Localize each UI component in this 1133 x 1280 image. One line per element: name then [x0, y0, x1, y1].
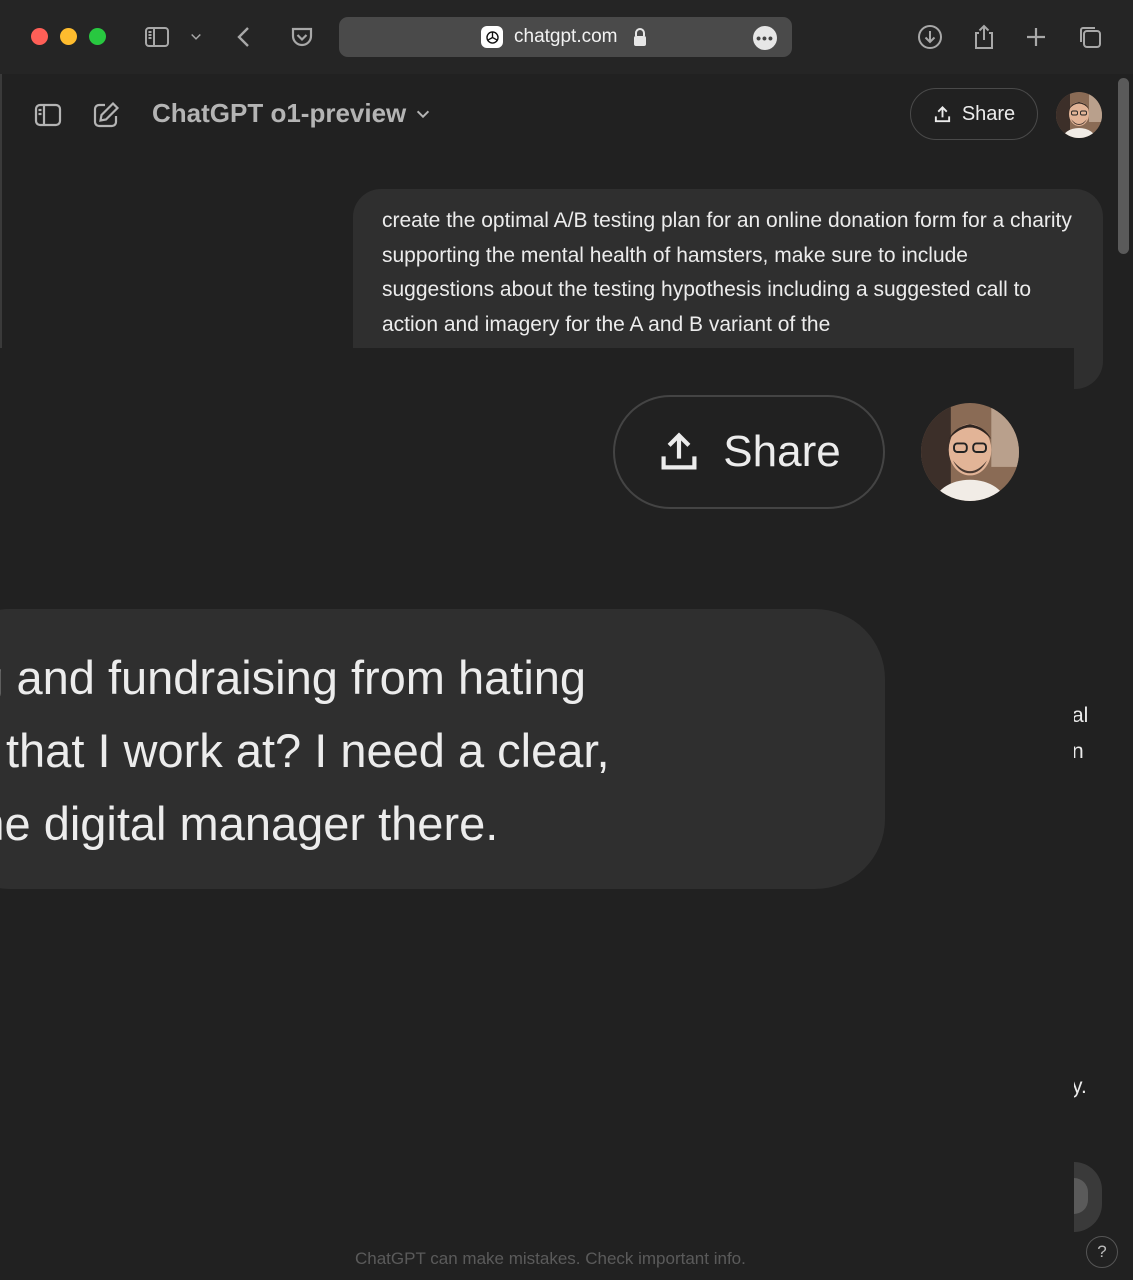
chevron-down-icon[interactable]	[181, 20, 211, 54]
tabs-overview-icon[interactable]	[1073, 20, 1107, 54]
toggle-sidebar-icon[interactable]	[31, 98, 65, 132]
upload-icon	[661, 432, 697, 470]
new-tab-icon[interactable]	[1019, 20, 1053, 54]
share-icon[interactable]	[967, 20, 1001, 54]
more-icon[interactable]: •••	[753, 26, 777, 50]
pocket-icon[interactable]	[285, 20, 319, 54]
zoomed-message-line: harity that I work at? I need a clear,	[0, 724, 610, 777]
zoomed-message-text: keting and fundraising from hating harit…	[0, 641, 878, 860]
back-icon[interactable]	[228, 20, 262, 54]
address-bar[interactable]: chatgpt.com •••	[339, 17, 792, 57]
chatgpt-logo-icon	[481, 26, 503, 48]
zoomed-share-label: Share	[723, 427, 841, 476]
share-button[interactable]: Share	[910, 88, 1038, 140]
zoomed-message-line: keting and fundraising from hating	[0, 651, 587, 704]
lock-icon	[632, 27, 648, 47]
scrollbar-thumb[interactable]	[1118, 78, 1129, 254]
minimize-window-button[interactable]	[60, 28, 77, 45]
model-title: ChatGPT o1-preview	[152, 98, 407, 128]
browser-window: chatgpt.com ••• ChatGPT o1-preview Share…	[0, 0, 1133, 1280]
help-button[interactable]: ?	[1086, 1236, 1118, 1268]
user-message-text: create the optimal A/B testing plan for …	[382, 209, 1072, 337]
zoom-overlay: Share keting and fundraising from hating…	[0, 348, 1074, 1280]
share-label: Share	[961, 102, 1016, 125]
close-window-button[interactable]	[31, 28, 48, 45]
window-edge	[0, 74, 2, 348]
response-text-fragment: y.	[1072, 1075, 1087, 1098]
disclaimer-text: ChatGPT can make mistakes. Check importa…	[355, 1249, 746, 1268]
zoomed-share-button[interactable]: Share	[613, 395, 885, 509]
zoom-window-button[interactable]	[89, 28, 106, 45]
help-label: ?	[1097, 1242, 1107, 1261]
response-text-fragment: al	[1072, 704, 1089, 727]
zoomed-message-line: I'm the digital manager there.	[0, 797, 499, 850]
upload-icon	[934, 105, 950, 122]
chevron-down-icon	[417, 110, 430, 118]
download-icon[interactable]	[913, 20, 947, 54]
url-text: chatgpt.com	[514, 26, 618, 47]
zoomed-user-avatar	[921, 403, 1019, 501]
sidebar-icon[interactable]	[140, 20, 174, 54]
browser-toolbar: chatgpt.com •••	[0, 0, 1133, 74]
user-avatar[interactable]	[1056, 92, 1102, 138]
model-selector[interactable]: ChatGPT o1-preview	[152, 98, 432, 129]
new-chat-icon[interactable]	[89, 98, 123, 132]
